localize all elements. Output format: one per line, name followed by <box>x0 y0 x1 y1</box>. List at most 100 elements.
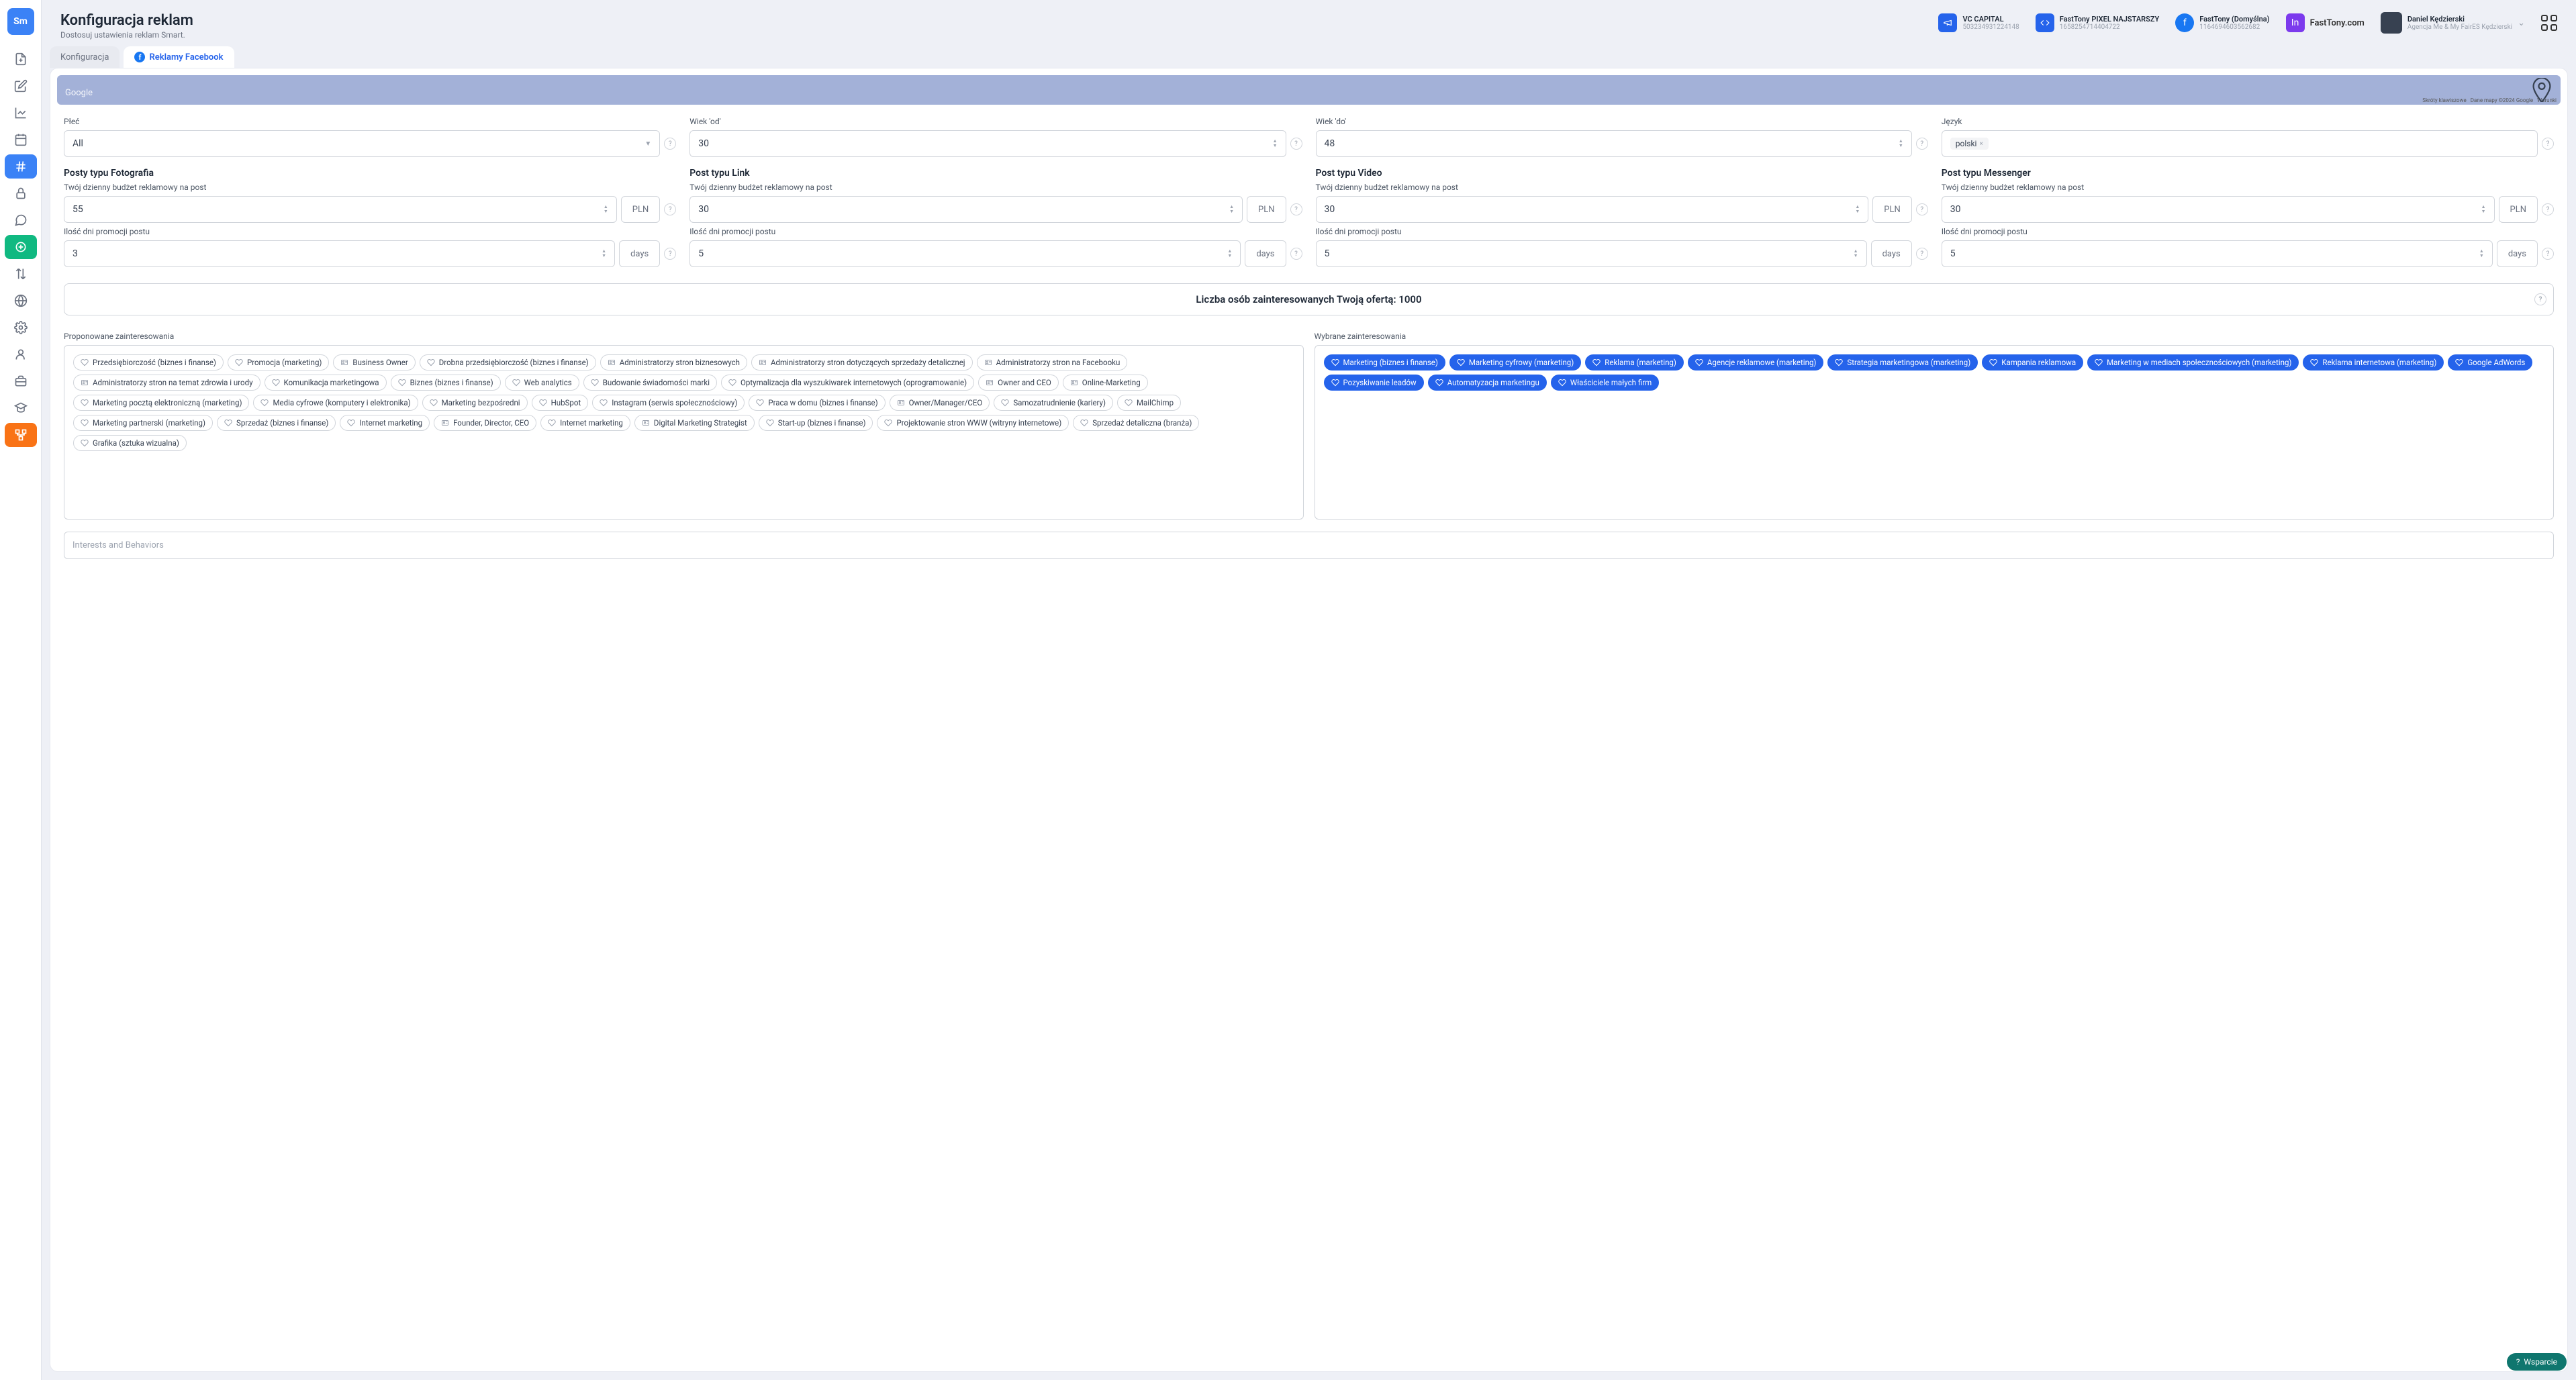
nav-gear-icon[interactable] <box>5 315 37 340</box>
interest-chip[interactable]: Marketing pocztą elektroniczną (marketin… <box>73 395 249 411</box>
help-icon[interactable]: ? <box>2534 293 2546 305</box>
interest-chip[interactable]: Projektowanie stron WWW (witryny interne… <box>877 415 1069 431</box>
interest-chip[interactable]: Biznes (biznes i finanse) <box>391 375 501 391</box>
interest-chip[interactable]: HubSpot <box>532 395 589 411</box>
close-icon[interactable]: × <box>1979 140 1983 148</box>
interest-chip[interactable]: Founder, Director, CEO <box>434 415 536 431</box>
apps-grid-icon[interactable] <box>2541 15 2557 31</box>
account-brand[interactable]: In FastTony.com <box>2286 13 2365 32</box>
nav-globe-icon[interactable] <box>5 289 37 313</box>
interest-chip[interactable]: Start-up (biznes i finanse) <box>759 415 873 431</box>
selected-interest-chip[interactable]: Właściciele małych firm <box>1551 375 1659 391</box>
interest-chip[interactable]: Marketing bezpośredni <box>422 395 528 411</box>
selected-interest-chip[interactable]: Automatyzacja marketingu <box>1428 375 1547 391</box>
help-icon[interactable]: ? <box>664 203 676 215</box>
help-icon[interactable]: ? <box>1290 203 1302 215</box>
nav-file-icon[interactable] <box>5 47 37 71</box>
help-icon[interactable]: ? <box>1290 248 1302 260</box>
tab-konfiguracja[interactable]: Konfiguracja <box>50 46 120 68</box>
gender-select[interactable]: All▼ <box>64 130 660 157</box>
selected-interest-chip[interactable]: Kampania reklamowa <box>1982 354 2083 371</box>
nav-edit-icon[interactable] <box>5 74 37 98</box>
interest-chip[interactable]: Administratorzy stron na Facebooku <box>977 354 1128 371</box>
nav-briefcase-icon[interactable] <box>5 369 37 393</box>
interest-chip[interactable]: Optymalizacja dla wyszukiwarek interneto… <box>721 375 974 391</box>
nav-org-icon[interactable] <box>5 423 37 447</box>
interest-chip[interactable]: Sprzedaż (biznes i finanse) <box>217 415 336 431</box>
interest-chip[interactable]: Web analytics <box>505 375 579 391</box>
account-pixel[interactable]: FastTony PIXEL NAJSTARSZY165825471440472… <box>2036 13 2160 32</box>
post-type-title: Post typu Link <box>689 168 1302 179</box>
nav-chart-icon[interactable] <box>5 101 37 125</box>
account-fb[interactable]: f FastTony (Domyślna)1164694603562682 <box>2175 13 2269 32</box>
days-input[interactable]: 5▲▼ <box>689 240 1241 267</box>
help-icon[interactable]: ? <box>664 138 676 150</box>
help-icon[interactable]: ? <box>2542 138 2554 150</box>
interest-chip[interactable]: Media cyfrowe (komputery i elektronika) <box>253 395 418 411</box>
help-icon[interactable]: ? <box>2542 248 2554 260</box>
help-icon[interactable]: ? <box>664 248 676 260</box>
selected-interest-chip[interactable]: Marketing w mediach społecznościowych (m… <box>2087 354 2299 371</box>
interest-chip[interactable]: Marketing partnerski (marketing) <box>73 415 213 431</box>
tab-reklamy-facebook[interactable]: fReklamy Facebook <box>124 46 234 68</box>
support-button[interactable]: ? Wsparcie <box>2507 1353 2567 1371</box>
selected-interest-chip[interactable]: Agencje reklamowe (marketing) <box>1688 354 1824 371</box>
age-to-input[interactable]: 48▲▼ <box>1316 130 1912 157</box>
interest-chip[interactable]: Samozatrudnienie (kariery) <box>994 395 1113 411</box>
interest-chip[interactable]: Promocja (marketing) <box>228 354 329 371</box>
interest-chip[interactable]: Owner and CEO <box>978 375 1059 391</box>
selected-interest-chip[interactable]: Reklama (marketing) <box>1585 354 1684 371</box>
interests-search-input[interactable]: Interests and Behaviors <box>64 532 2554 559</box>
interest-chip[interactable]: Instagram (serwis społecznościowy) <box>592 395 745 411</box>
interest-chip[interactable]: Internet marketing <box>340 415 430 431</box>
budget-input[interactable]: 30▲▼ <box>689 196 1243 223</box>
interest-chip[interactable]: Przedsiębiorczość (biznes i finanse) <box>73 354 224 371</box>
budget-input[interactable]: 30▲▼ <box>1316 196 1869 223</box>
interest-chip[interactable]: Owner/Manager/CEO <box>890 395 990 411</box>
user-menu[interactable]: Daniel KędzierskiAgencja Me & My FairES … <box>2381 12 2525 34</box>
days-input[interactable]: 3▲▼ <box>64 240 615 267</box>
nav-hash-icon[interactable] <box>5 154 37 179</box>
selected-interest-chip[interactable]: Marketing (biznes i finanse) <box>1324 354 1445 371</box>
interest-chip[interactable]: Grafika (sztuka wizualna) <box>73 435 187 451</box>
interest-chip[interactable]: Internet marketing <box>540 415 630 431</box>
interest-chip[interactable]: Praca w domu (biznes i finanse) <box>749 395 885 411</box>
logo[interactable]: Sm <box>7 8 34 35</box>
interest-chip[interactable]: Administratorzy stron na temat zdrowia i… <box>73 375 260 391</box>
age-from-input[interactable]: 30▲▼ <box>689 130 1286 157</box>
days-input[interactable]: 5▲▼ <box>1942 240 2493 267</box>
help-icon[interactable]: ? <box>1290 138 1302 150</box>
selected-interest-chip[interactable]: Reklama internetowa (marketing) <box>2303 354 2444 371</box>
language-select[interactable]: polski× <box>1942 130 2538 157</box>
account-vc[interactable]: VC CAPITAL503234931224148 <box>1938 13 2019 32</box>
selected-interest-chip[interactable]: Google AdWords <box>2448 354 2532 371</box>
nav-chat-icon[interactable] <box>5 208 37 232</box>
nav-calendar-icon[interactable] <box>5 128 37 152</box>
nav-academy-icon[interactable] <box>5 396 37 420</box>
nav-lock-icon[interactable] <box>5 181 37 205</box>
map-banner[interactable]: Google Skróty klawiszowe Dane mapy ©2024… <box>57 75 2561 105</box>
interest-chip[interactable]: Administratorzy stron biznesowych <box>600 354 747 371</box>
days-input[interactable]: 5▲▼ <box>1316 240 1867 267</box>
interest-chip[interactable]: Sprzedaż detaliczna (branża) <box>1073 415 1199 431</box>
selected-interest-chip[interactable]: Strategia marketingowa (marketing) <box>1827 354 1978 371</box>
interest-chip[interactable]: Drobna przedsiębiorczość (biznes i finan… <box>420 354 596 371</box>
help-icon[interactable]: ? <box>1916 248 1928 260</box>
interest-chip[interactable]: Budowanie świadomości marki <box>583 375 717 391</box>
interest-chip[interactable]: MailChimp <box>1117 395 1181 411</box>
budget-input[interactable]: 55▲▼ <box>64 196 617 223</box>
selected-interest-chip[interactable]: Pozyskiwanie leadów <box>1324 375 1424 391</box>
selected-interest-chip[interactable]: Marketing cyfrowy (marketing) <box>1449 354 1581 371</box>
nav-ai-icon[interactable] <box>5 235 37 259</box>
budget-input[interactable]: 30▲▼ <box>1942 196 2495 223</box>
interest-chip[interactable]: Komunikacja marketingowa <box>265 375 387 391</box>
nav-user-icon[interactable] <box>5 342 37 366</box>
help-icon[interactable]: ? <box>1916 203 1928 215</box>
nav-transfer-icon[interactable] <box>5 262 37 286</box>
interest-chip[interactable]: Digital Marketing Strategist <box>634 415 755 431</box>
help-icon[interactable]: ? <box>2542 203 2554 215</box>
help-icon[interactable]: ? <box>1916 138 1928 150</box>
interest-chip[interactable]: Online-Marketing <box>1063 375 1148 391</box>
interest-chip[interactable]: Business Owner <box>333 354 415 371</box>
interest-chip[interactable]: Administratorzy stron dotyczących sprzed… <box>751 354 973 371</box>
